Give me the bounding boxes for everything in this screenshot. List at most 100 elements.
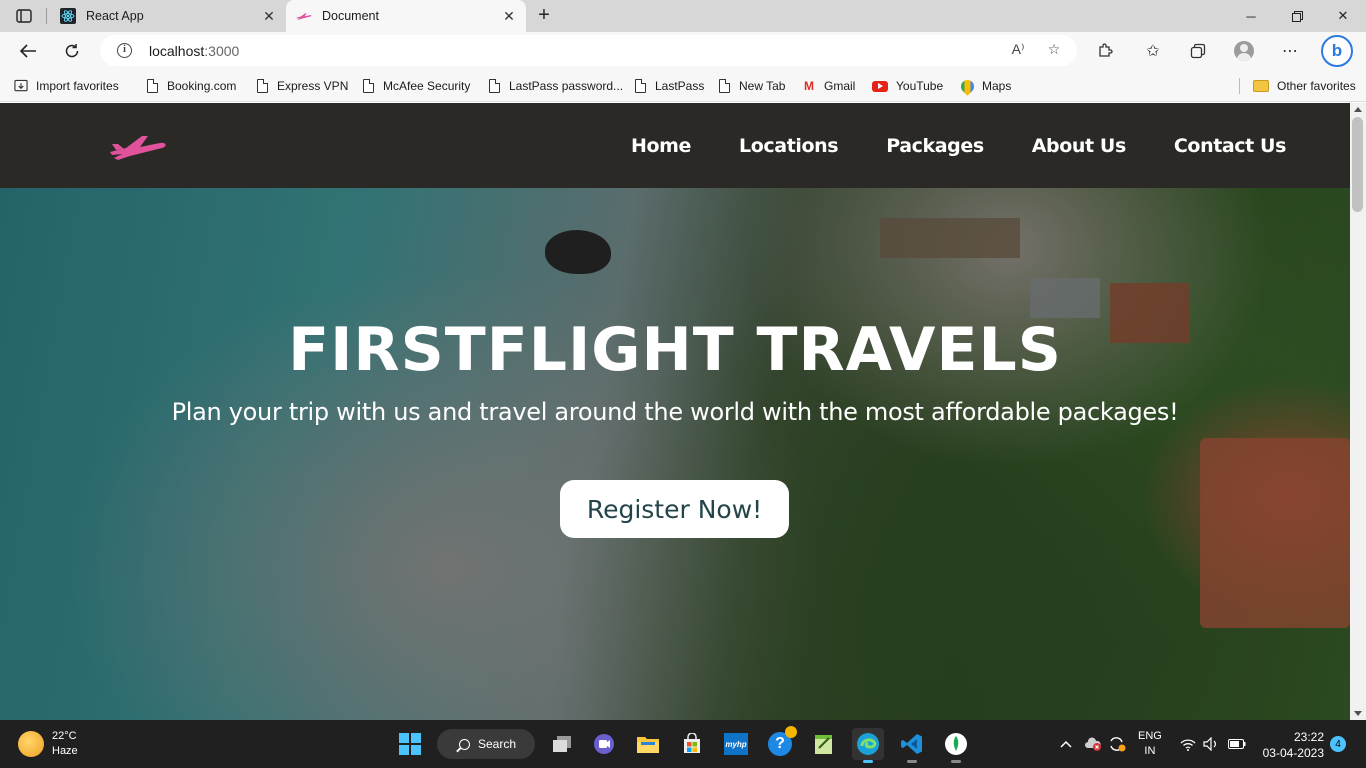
folder-icon bbox=[637, 737, 659, 753]
close-tab-icon[interactable]: ✕ bbox=[502, 8, 516, 25]
vscode-button[interactable] bbox=[896, 728, 928, 763]
favorite-express-vpn[interactable]: Express VPN bbox=[255, 76, 348, 96]
tab-actions-button[interactable] bbox=[8, 4, 40, 28]
mongodb-compass-button[interactable] bbox=[940, 728, 972, 763]
favorite-maps[interactable]: Maps bbox=[957, 76, 1011, 96]
scroll-down-arrow-icon[interactable] bbox=[1354, 711, 1362, 716]
tab-actions-icon bbox=[16, 9, 32, 23]
nav-about-us[interactable]: About Us bbox=[1032, 135, 1127, 157]
airplane-logo-icon[interactable] bbox=[108, 130, 168, 162]
read-aloud-icon[interactable]: A⁾ bbox=[1008, 41, 1028, 61]
lang-code: ENG bbox=[1138, 730, 1162, 742]
mongodb-icon bbox=[945, 733, 967, 755]
address-bar[interactable]: i localhost:3000 A⁾ ☆ bbox=[100, 35, 1077, 66]
other-favorites[interactable]: Other favorites bbox=[1253, 76, 1356, 96]
new-tab-button[interactable]: + bbox=[532, 4, 556, 28]
minimize-button[interactable]: ─ bbox=[1228, 0, 1274, 32]
language-indicator[interactable]: ENG IN bbox=[1138, 720, 1162, 768]
extensions-icon[interactable] bbox=[1093, 39, 1117, 63]
settings-more-icon[interactable]: ⋯ bbox=[1278, 39, 1302, 63]
nav-packages[interactable]: Packages bbox=[886, 135, 984, 157]
tab-title: Document bbox=[322, 9, 379, 23]
register-now-button[interactable]: Register Now! bbox=[560, 480, 789, 538]
tray-overflow-button[interactable] bbox=[1060, 720, 1072, 768]
bing-chat-button[interactable]: b bbox=[1321, 35, 1353, 67]
hero-section: FIRSTFLIGHT TRAVELS Plan your trip with … bbox=[0, 188, 1350, 720]
add-favorite-icon[interactable]: ☆ bbox=[1044, 41, 1064, 61]
file-explorer-button[interactable] bbox=[632, 728, 664, 760]
restore-button[interactable] bbox=[1274, 0, 1320, 32]
tab-separator bbox=[46, 8, 47, 24]
tab-title: React App bbox=[86, 9, 144, 23]
favorites-divider bbox=[1239, 78, 1240, 94]
notepad-button[interactable] bbox=[808, 728, 840, 760]
favorite-label: LastPass password... bbox=[509, 79, 624, 93]
teams-chat-button[interactable] bbox=[588, 728, 620, 760]
favorite-label: McAfee Security bbox=[383, 79, 471, 93]
onedrive-status[interactable] bbox=[1084, 720, 1102, 768]
taskbar-search[interactable]: Search bbox=[437, 729, 535, 759]
airplane-favicon-icon bbox=[296, 13, 312, 20]
cloud-error-icon bbox=[1085, 737, 1101, 751]
task-view-button[interactable] bbox=[546, 728, 578, 760]
vscode-icon bbox=[901, 734, 922, 754]
tab-document[interactable]: Document ✕ bbox=[286, 0, 526, 32]
nav-home[interactable]: Home bbox=[631, 135, 691, 157]
close-window-button[interactable]: ✕ bbox=[1320, 0, 1366, 32]
bing-icon: b bbox=[1331, 41, 1343, 60]
scrollbar-thumb[interactable] bbox=[1352, 117, 1363, 212]
hero-overlay bbox=[0, 188, 1350, 720]
wifi-status[interactable] bbox=[1180, 720, 1196, 768]
scroll-up-arrow-icon[interactable] bbox=[1354, 107, 1362, 112]
folder-icon bbox=[1253, 80, 1269, 92]
collections-icon[interactable] bbox=[1186, 39, 1210, 63]
notification-badge[interactable]: 4 bbox=[1330, 736, 1346, 752]
site-info-icon[interactable]: i bbox=[117, 43, 132, 58]
favorite-booking[interactable]: Booking.com bbox=[145, 76, 236, 96]
url-text[interactable]: localhost:3000 bbox=[149, 43, 239, 59]
tab-react-app[interactable]: React App ✕ bbox=[50, 0, 286, 32]
nav-locations[interactable]: Locations bbox=[739, 135, 839, 157]
running-indicator bbox=[907, 760, 917, 763]
collections-glyph-icon bbox=[1190, 43, 1206, 59]
search-icon bbox=[459, 738, 470, 750]
weather-widget[interactable]: 22°C Haze bbox=[18, 729, 78, 759]
clock[interactable]: 23:22 03-04-2023 bbox=[1254, 729, 1324, 761]
favorite-label: Express VPN bbox=[277, 79, 349, 93]
running-indicator bbox=[863, 760, 873, 763]
volume-control[interactable] bbox=[1203, 720, 1219, 768]
back-button[interactable] bbox=[14, 37, 42, 65]
favorites-icon[interactable]: ✩ bbox=[1141, 39, 1165, 63]
close-tab-icon[interactable]: ✕ bbox=[262, 8, 276, 25]
url-port: :3000 bbox=[204, 43, 240, 59]
maps-icon bbox=[957, 76, 977, 96]
edge-browser-button[interactable] bbox=[852, 728, 884, 763]
favorite-label: Booking.com bbox=[167, 79, 237, 93]
page-scrollbar[interactable] bbox=[1350, 103, 1366, 720]
start-button[interactable] bbox=[394, 728, 426, 760]
sync-status[interactable] bbox=[1108, 720, 1126, 768]
nav-links: Home Locations Packages About Us Contact… bbox=[583, 103, 1286, 188]
favorite-lastpass[interactable]: LastPass bbox=[633, 76, 704, 96]
favorite-gmail[interactable]: M Gmail bbox=[802, 76, 855, 96]
chat-icon bbox=[594, 734, 614, 754]
favorite-new-tab[interactable]: New Tab bbox=[717, 76, 785, 96]
refresh-icon bbox=[65, 44, 79, 58]
puzzle-icon bbox=[1099, 43, 1113, 57]
favorite-import[interactable]: Import favorites bbox=[14, 76, 119, 96]
store-icon bbox=[684, 733, 700, 753]
battery-status[interactable] bbox=[1228, 720, 1246, 768]
page-icon bbox=[362, 79, 374, 93]
myhp-button[interactable]: myhp bbox=[720, 728, 752, 760]
profile-button[interactable] bbox=[1232, 39, 1256, 63]
import-icon bbox=[14, 78, 28, 94]
nav-contact-us[interactable]: Contact Us bbox=[1174, 135, 1287, 157]
favorite-lastpass-password[interactable]: LastPass password... bbox=[487, 76, 623, 96]
favorite-mcafee[interactable]: McAfee Security bbox=[361, 76, 470, 96]
help-button[interactable]: ? bbox=[764, 726, 797, 760]
favorite-label: Gmail bbox=[824, 79, 856, 93]
favorite-youtube[interactable]: YouTube bbox=[872, 76, 943, 96]
sync-icon bbox=[1110, 737, 1126, 752]
refresh-button[interactable] bbox=[58, 37, 86, 65]
ms-store-button[interactable] bbox=[676, 728, 708, 760]
